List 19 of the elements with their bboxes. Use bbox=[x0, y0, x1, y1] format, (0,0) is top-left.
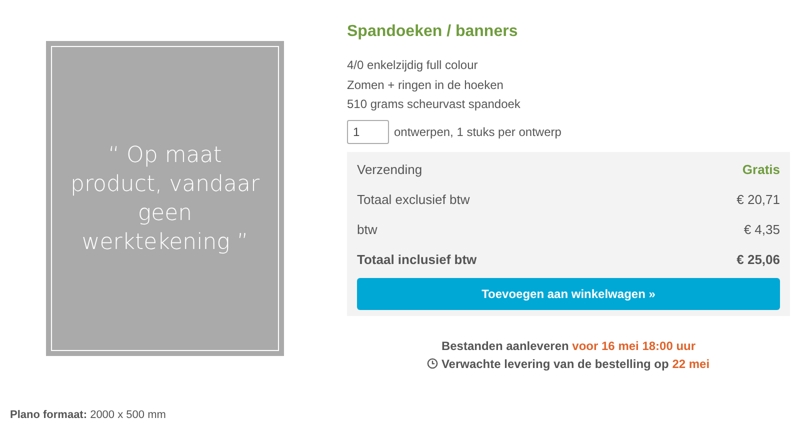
spec-line: 4/0 enkelzijdig full colour bbox=[347, 57, 479, 74]
summary-label: Totaal exclusief btw bbox=[357, 192, 470, 207]
summary-value: Gratis bbox=[742, 162, 780, 177]
summary-label: btw bbox=[357, 222, 378, 237]
spec-line: Zomen + ringen in de hoeken bbox=[347, 76, 504, 94]
clock-icon bbox=[427, 358, 438, 369]
spec-line: 510 grams scheurvast spandoek bbox=[347, 96, 522, 113]
summary-label: Verzending bbox=[357, 162, 422, 177]
placeholder-text: “ Op maat product, vandaar geen werktekening ” bbox=[70, 142, 260, 256]
delivery-text: Verwachte levering van de bestelling op 22 mei bbox=[441, 356, 710, 372]
summary-value: € 20,71 bbox=[736, 192, 780, 207]
quantity-field[interactable]: 1 bbox=[347, 120, 389, 144]
quantity-label: ontwerpen, 1 stuks per ontwerp bbox=[394, 124, 562, 138]
product-title: Spandoeken / banners bbox=[347, 22, 519, 42]
format-text: Plano formaat: 2000 x 500 mm bbox=[10, 409, 166, 421]
summary-label: Totaal inclusief btw bbox=[357, 252, 477, 267]
summary-value: € 4,35 bbox=[744, 222, 780, 237]
delivery-text: Bestanden aanleveren voor 16 mei 18:00 uur bbox=[441, 338, 696, 354]
summary-value: € 25,06 bbox=[736, 252, 780, 267]
